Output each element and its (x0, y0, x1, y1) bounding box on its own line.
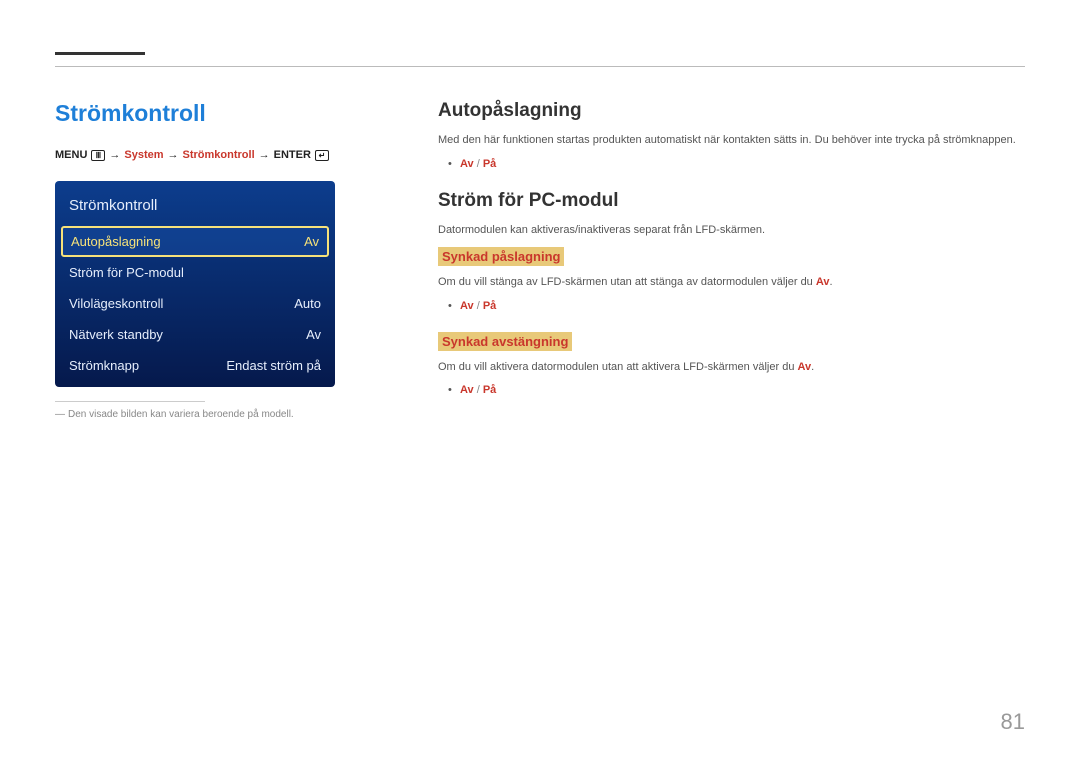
osd-menu-row-pcmodul[interactable]: Ström för PC-modul (55, 257, 335, 288)
subsection-synkad-avstangning: Synkad avstängning Om du vill aktivera d… (438, 332, 1025, 397)
osd-menu-row-stromknapp[interactable]: Strömknapp Endast ström på (55, 350, 335, 381)
option-pa: På (483, 384, 496, 396)
footnote-divider (55, 401, 205, 402)
header-accent-bar (55, 52, 145, 55)
footnote: ―Den visade bilden kan variera beroende … (55, 408, 410, 422)
menu-icon: Ⅲ (91, 150, 105, 161)
breadcrumb-stromkontroll: Strömkontroll (183, 149, 255, 161)
osd-row-label: Autopåslagning (71, 234, 161, 249)
osd-row-value: Av (306, 327, 321, 342)
option-separator: / (474, 384, 483, 396)
option-separator: / (474, 300, 483, 312)
osd-menu-row-vilolage[interactable]: Vilolägeskontroll Auto (55, 288, 335, 319)
option-pa: På (483, 158, 496, 170)
left-column: Strömkontroll MENU Ⅲ → System → Strömkon… (55, 100, 410, 422)
breadcrumb-system: System (124, 149, 163, 161)
subsection-heading: Synkad avstängning (438, 332, 572, 351)
breadcrumb-arrow: → (109, 149, 120, 161)
text-post: . (811, 361, 814, 373)
section-autopaslagning: Autopåslagning Med den här funktionen st… (438, 100, 1025, 170)
header-divider (55, 66, 1025, 67)
option-av: Av (460, 384, 474, 396)
right-column: Autopåslagning Med den här funktionen st… (438, 100, 1025, 422)
osd-menu-row-autopaslagning[interactable]: Autopåslagning Av (61, 226, 329, 257)
breadcrumb: MENU Ⅲ → System → Strömkontroll → ENTER … (55, 149, 410, 161)
page-title: Strömkontroll (55, 100, 410, 127)
text-av-inline: Av (816, 276, 830, 288)
option-av: Av (460, 300, 474, 312)
section-heading: Autopåslagning (438, 100, 1025, 122)
osd-row-value: Auto (294, 296, 321, 311)
footnote-text: Den visade bilden kan variera beroende p… (68, 409, 294, 420)
option-av: Av (460, 158, 474, 170)
breadcrumb-enter-label: ENTER (274, 149, 311, 161)
osd-row-label: Nätverk standby (69, 327, 163, 342)
option-pa: På (483, 300, 496, 312)
page-content: Strömkontroll MENU Ⅲ → System → Strömkon… (55, 100, 1025, 422)
enter-icon: ↵ (315, 150, 329, 161)
breadcrumb-arrow: → (259, 149, 270, 161)
option-list: Av / På (438, 384, 1025, 396)
osd-row-label: Ström för PC-modul (69, 265, 184, 280)
page-number: 81 (1001, 709, 1025, 735)
option-separator: / (474, 158, 483, 170)
section-pcmodul: Ström för PC-modul Datormodulen kan akti… (438, 190, 1025, 397)
osd-row-label: Vilolägeskontroll (69, 296, 163, 311)
footnote-dash: ― (55, 409, 65, 420)
osd-row-value: Av (304, 234, 319, 249)
osd-menu-title: Strömkontroll (55, 191, 335, 226)
osd-menu-row-natverk[interactable]: Nätverk standby Av (55, 319, 335, 350)
text-post: . (830, 276, 833, 288)
osd-row-value: Endast ström på (226, 358, 321, 373)
text-pre: Om du vill stänga av LFD-skärmen utan at… (438, 276, 816, 288)
breadcrumb-menu-label: MENU (55, 149, 87, 161)
breadcrumb-arrow: → (168, 149, 179, 161)
osd-row-label: Strömknapp (69, 358, 139, 373)
section-text: Datormodulen kan aktiveras/inaktiveras s… (438, 222, 1025, 240)
subsection-synkad-paslagning: Synkad påslagning Om du vill stänga av L… (438, 247, 1025, 312)
section-heading: Ström för PC-modul (438, 190, 1025, 212)
text-av-inline: Av (798, 361, 812, 373)
option-list: Av / På (438, 300, 1025, 312)
subsection-text: Om du vill stänga av LFD-skärmen utan at… (438, 274, 1025, 292)
text-pre: Om du vill aktivera datormodulen utan at… (438, 361, 798, 373)
option-list: Av / På (438, 158, 1025, 170)
subsection-heading: Synkad påslagning (438, 247, 564, 266)
section-text: Med den här funktionen startas produkten… (438, 132, 1025, 150)
subsection-text: Om du vill aktivera datormodulen utan at… (438, 359, 1025, 377)
osd-menu-panel: Strömkontroll Autopåslagning Av Ström fö… (55, 181, 335, 387)
